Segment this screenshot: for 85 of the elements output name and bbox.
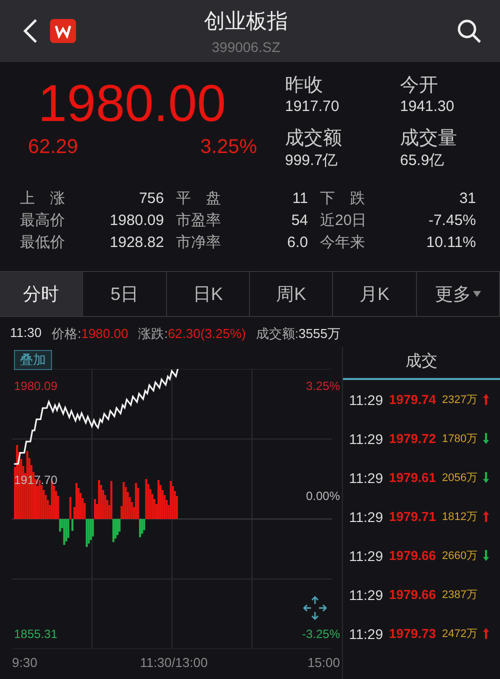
back-icon[interactable]: [22, 18, 40, 44]
search-icon[interactable]: [456, 18, 482, 44]
trade-volume: 1812万: [442, 510, 478, 524]
change-label: 涨跌:: [138, 326, 168, 341]
trade-volume: 2056万: [442, 471, 478, 485]
current-price: 1980.00: [38, 74, 227, 135]
chart-tab[interactable]: 周K: [250, 272, 334, 316]
trade-volume: 2660万: [442, 549, 478, 563]
summary-label: 今开: [400, 74, 439, 98]
down-arrow-icon: [483, 433, 490, 444]
app-logo-icon: [50, 19, 76, 43]
summary-value: 1917.70: [285, 98, 340, 115]
up-arrow-icon: [483, 394, 490, 405]
trade-price: 1979.71: [389, 509, 436, 524]
up-arrow-icon: [483, 511, 490, 522]
time-label: 9:30: [12, 655, 38, 670]
stat-value: 11: [291, 189, 308, 209]
time-label: 11:30/13:00: [140, 655, 208, 670]
stat-value: 54: [290, 211, 308, 231]
trade-price: 1979.66: [389, 587, 436, 602]
summary-value: 65.9亿: [400, 150, 446, 170]
price-change: 62.29: [28, 136, 78, 159]
stat-value: 1928.82: [108, 233, 164, 253]
move-icon[interactable]: [302, 595, 328, 621]
stat-label: 平 盘: [175, 189, 222, 209]
summary-label: 成交量: [400, 126, 458, 150]
trade-time: 11:29: [349, 508, 383, 524]
up-arrow-icon: [483, 628, 490, 639]
stat-value: 6.0: [286, 233, 308, 253]
info-price: 1980.00: [81, 326, 128, 341]
stat-label: 最低价: [20, 233, 66, 253]
trade-price: 1979.66: [389, 548, 436, 563]
axis-label: 1855.31: [14, 627, 58, 641]
trade-time: 11:29: [349, 392, 383, 408]
trade-time: 11:29: [349, 430, 383, 446]
stat-value: 31: [458, 189, 476, 209]
trade-volume: 2472万: [442, 627, 478, 641]
stat-value: 10.11%: [425, 233, 476, 253]
chart-tab[interactable]: 月K: [333, 272, 417, 316]
trade-price: 1979.73: [389, 626, 436, 641]
summary-value: 999.7亿: [285, 150, 339, 170]
chart-tab[interactable]: 分时: [0, 272, 84, 316]
trade-price: 1979.61: [389, 470, 436, 485]
amount-label: 成交额:: [256, 326, 299, 341]
summary-label: 昨收: [285, 74, 324, 98]
down-arrow-icon: [483, 550, 490, 561]
index-code: 399006.SZ: [212, 39, 280, 55]
trade-time: 11:29: [349, 548, 383, 564]
trade-volume: 2327万: [442, 393, 478, 407]
trades-title: 成交: [343, 347, 500, 380]
trade-time: 11:29: [349, 586, 383, 602]
stat-label: 近20日: [319, 211, 368, 231]
info-change: 62.30(3.25%): [168, 326, 246, 341]
stat-label: 下 跌: [319, 189, 366, 209]
trade-volume: 2387万: [442, 588, 478, 602]
chart-tab[interactable]: 5日: [83, 272, 167, 316]
down-arrow-icon: [483, 472, 490, 483]
stat-value: 1980.09: [108, 211, 164, 231]
price-label: 价格:: [52, 326, 82, 341]
info-amount: 3555万: [298, 326, 340, 341]
stat-label: 市盈率: [175, 211, 222, 231]
trade-price: 1979.74: [389, 392, 436, 407]
stat-value: 756: [138, 189, 164, 209]
percent-change: 3.25%: [200, 136, 257, 159]
axis-label: 0.00%: [306, 489, 340, 503]
summary-label: 成交额: [285, 126, 343, 150]
stat-label: 市净率: [175, 233, 222, 253]
time-label: 15:00: [307, 655, 340, 670]
chart-tab[interactable]: 更多: [416, 272, 500, 316]
trade-price: 1979.72: [389, 431, 436, 446]
summary-value: 1941.30: [400, 98, 456, 115]
axis-label: 3.25%: [306, 379, 340, 393]
axis-label: -3.25%: [302, 627, 340, 641]
stat-label: 上 涨: [20, 189, 66, 209]
stat-label: 今年来: [319, 233, 366, 253]
stat-label: 最高价: [20, 211, 66, 231]
chart-tab[interactable]: 日K: [166, 272, 250, 316]
overlay-button[interactable]: 叠加: [14, 350, 52, 370]
index-title: 创业板指: [204, 9, 288, 35]
stat-value: -7.45%: [427, 211, 476, 231]
info-time: 11:30: [10, 325, 42, 342]
axis-label: 1980.09: [14, 379, 58, 393]
trade-time: 11:29: [349, 626, 383, 642]
trade-volume: 1780万: [442, 432, 478, 446]
trade-time: 11:29: [349, 470, 383, 486]
